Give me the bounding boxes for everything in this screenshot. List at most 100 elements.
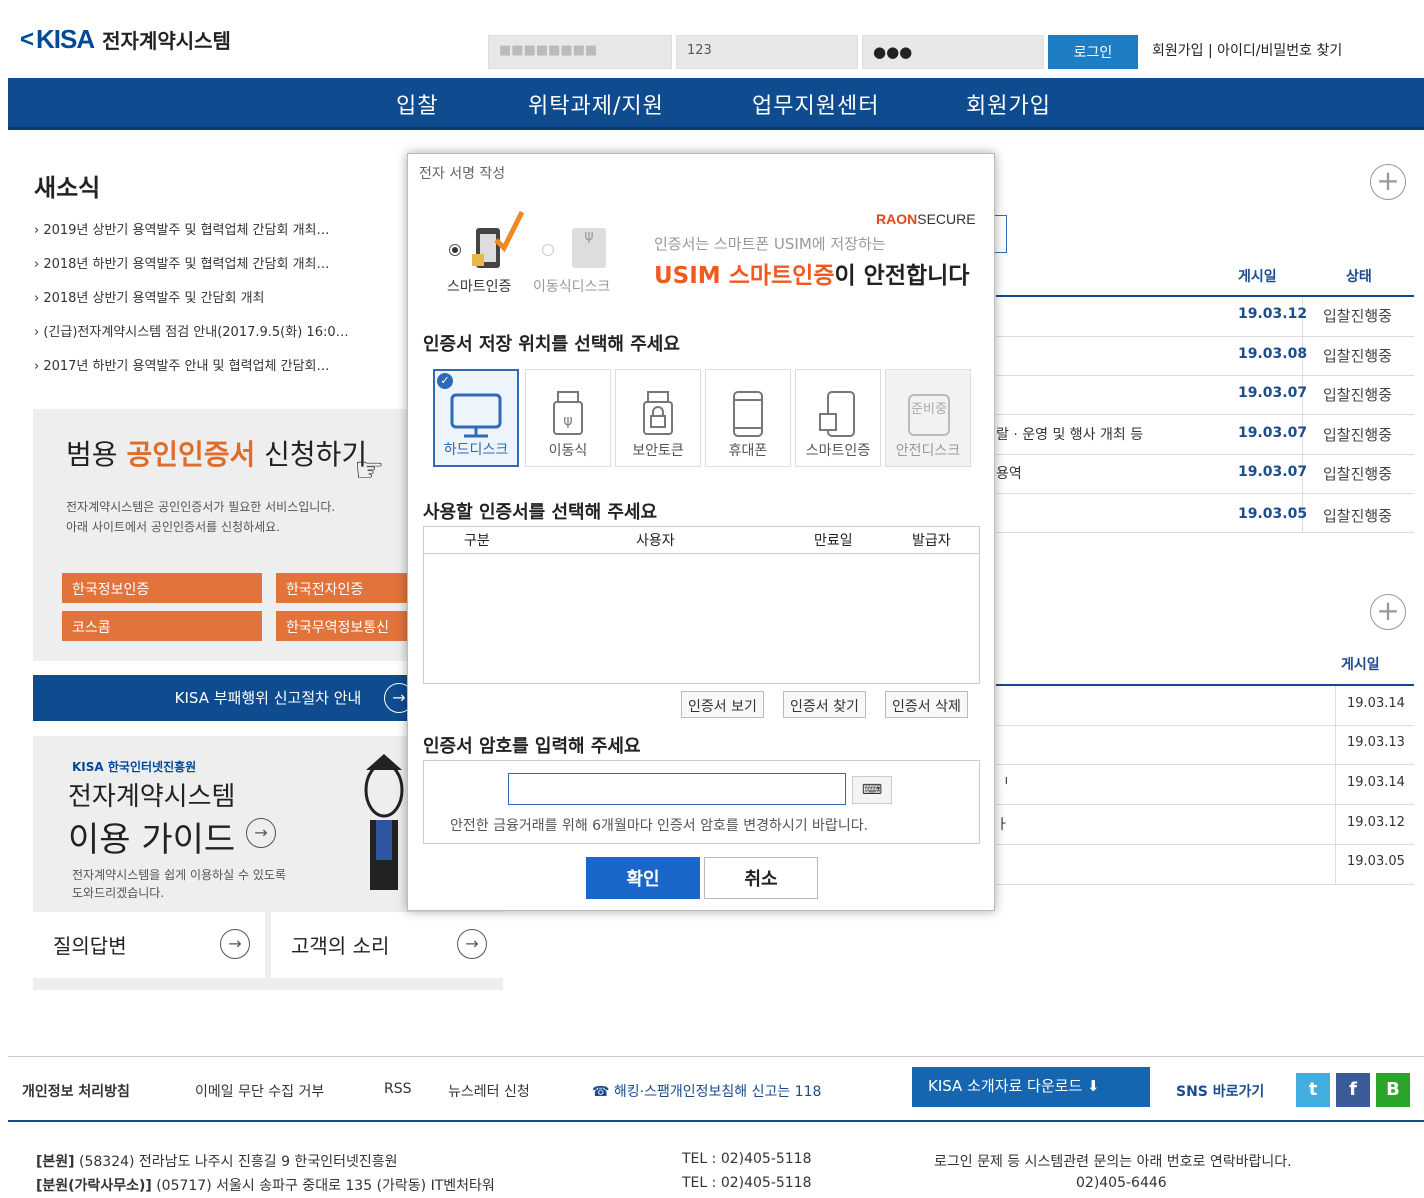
table1-date: 19.03.07 [1238,464,1308,480]
storage-label: 보안토큰 [632,443,684,459]
twitter-icon[interactable]: t [1296,1073,1330,1107]
delete-cert-button[interactable]: 인증서 삭제 [885,691,968,718]
cert-table-header: 구분 사용자 만료일 발급자 [423,526,980,554]
smart-auth-radio[interactable] [449,244,461,256]
addr1-label: [본원] [36,1154,75,1170]
col-user: 사용자 [636,533,675,549]
member-links[interactable]: 회원가입 | 아이디/비밀번호 찾기 [1152,40,1342,60]
login-button[interactable]: 로그인 [1048,35,1138,69]
brand-raon: RAON [876,211,918,227]
nav-item-support[interactable]: 업무지원센터 [752,88,879,120]
storage-harddisk[interactable]: ✓ 하드디스크 [433,369,519,467]
table1-status: 입찰진행중 [1323,426,1393,444]
email-refuse-link[interactable]: 이메일 무단 수집 거부 [195,1081,324,1101]
cert-desc1: 전자계약시스템은 공인인증서가 필요한 서비스입니다. [66,500,336,514]
table1-date: 19.03.07 [1238,425,1308,441]
cert-promo-title[interactable]: 범용 공인인증서 신청하기 [66,433,367,473]
brand-secure: SECURE [917,211,976,227]
pw-section-title: 인증서 암호를 입력해 주세요 [423,736,641,757]
col-type: 구분 [464,533,490,549]
kisa-logo[interactable]: < KISA 전자계약시스템 [20,24,231,55]
guide-title2: 이용 가이드 [68,820,236,860]
table1-date: 19.03.07 [1238,385,1308,401]
nav-item-bid[interactable]: 입찰 [396,88,438,120]
news-item[interactable]: › 2017년 하반기 용역발주 안내 및 협력업체 간담회… [34,355,406,374]
main-nav [8,78,1424,130]
id-value: ■■■■■■■■ [499,43,598,58]
row-divider [996,725,1414,726]
mascot-figure [360,750,406,900]
pointing-hand-icon: ☞ [354,450,385,490]
more-plus-icon[interactable]: + [1370,164,1406,200]
col-issuer: 발급자 [912,533,951,549]
table1-title[interactable]: 랄 · 운영 및 행사 개최 등 [996,424,1143,444]
storage-safe-disk: 준비중 안전디스크 [885,369,971,467]
provider-button[interactable]: 한국정보인증 [62,573,262,603]
news-item[interactable]: › 2018년 상반기 용역발주 및 간담회 개최 [34,287,406,306]
usb-drive-icon: ψ [572,228,606,268]
addr1: (58324) 전라남도 나주시 진흥길 9 한국인터넷진흥원 [79,1154,398,1170]
cert-title-c: 신청하기 [264,438,368,471]
lock-token-icon [643,391,673,435]
table1-header-line [996,295,1414,297]
id-input[interactable]: ■■■■■■■■ [488,35,672,69]
table1-title[interactable]: 용역 [996,463,1022,483]
preparing-badge: 준비중 [908,394,950,436]
sns-label: SNS 바로가기 [1176,1084,1265,1100]
report-link[interactable]: ☎ 해킹·스팸개인정보침해 신고는 118 [592,1081,821,1101]
voice-label: 고객의 소리 [291,934,390,958]
cert-table-body[interactable] [423,554,980,684]
news-item[interactable]: › 2019년 상반기 용역발주 및 협력업체 간담회 개최… [34,219,406,238]
guide-org: KISA 한국인터넷진흥원 [72,760,197,774]
newsletter-link[interactable]: 뉴스레터 신청 [448,1081,530,1101]
storage-label: 스마트인증 [805,443,871,459]
row-divider [996,844,1414,845]
phone-icon [733,391,763,437]
contact-notice: 로그인 문제 등 시스템관련 문의는 아래 번호로 연락바랍니다. [934,1154,1292,1170]
news-item[interactable]: › (긴급)전자계약시스템 점검 안내(2017.9.5(화) 16:0… [34,321,406,340]
table2-date: 19.03.14 [1347,696,1405,711]
facebook-icon[interactable]: f [1336,1073,1370,1107]
storage-token[interactable]: 보안토큰 [615,369,701,467]
usb-disk-radio[interactable] [542,244,554,256]
ad-line1: 인증서는 스마트폰 USIM에 저장하는 [654,235,886,253]
virtual-keyboard-icon[interactable]: ⌨ [852,776,892,804]
cancel-button[interactable]: 취소 [704,857,818,899]
storage-label: 하드디스크 [443,442,509,458]
confirm-button[interactable]: 확인 [586,857,700,899]
blog-icon[interactable]: B [1376,1073,1410,1107]
provider-button[interactable]: 코스콤 [62,611,262,641]
cert-section-title: 사용할 인증서를 선택해 주세요 [423,502,658,523]
qa-label: 질의답변 [53,934,127,958]
rss-link[interactable]: RSS [384,1081,412,1097]
nav-item-task[interactable]: 위탁과제/지원 [528,88,664,120]
storage-phone[interactable]: 휴대폰 [705,369,791,467]
table2-title[interactable]: ᅵ [996,774,1009,794]
download-button[interactable]: KISA 소개자료 다운로드 ⬇ [912,1067,1150,1107]
password-input[interactable]: ●●● [862,35,1044,69]
logo-mark: < [20,25,35,53]
table1-date: 19.03.05 [1238,506,1308,522]
field-input[interactable]: 123 [676,35,858,69]
storage-smart[interactable]: 스마트인증 [795,369,881,467]
storage-removable[interactable]: ψ 이동식 [525,369,611,467]
nav-item-join[interactable]: 회원가입 [966,88,1051,120]
row-divider [996,804,1414,805]
provider-button[interactable]: 한국무역정보통신 [276,611,407,641]
table1-date: 19.03.08 [1238,346,1308,362]
view-cert-button[interactable]: 인증서 보기 [681,691,764,718]
tab-fragment [995,215,1007,253]
find-cert-button[interactable]: 인증서 찾기 [783,691,866,718]
cert-password-input[interactable] [508,773,846,805]
privacy-link[interactable]: 개인정보 처리방침 [22,1081,130,1101]
address-main: [본원] (58324) 전라남도 나주시 진흥길 9 한국인터넷진흥원 [36,1151,397,1171]
news-item[interactable]: › 2018년 하반기 용역발주 및 협력업체 간담회 개최… [34,253,406,272]
provider-button[interactable]: 한국전자인증 [276,573,407,603]
row-divider [996,454,1414,455]
footer-line [8,1120,1424,1122]
table2-date: 19.03.13 [1347,735,1405,750]
table2-title[interactable]: ㅏ [996,814,1009,834]
smartphone-icon [470,210,526,276]
more-plus-icon[interactable]: + [1370,594,1406,630]
address-branch: [분원(가락사무소)] (05717) 서울시 송파구 중대로 135 (가락동… [36,1175,495,1195]
